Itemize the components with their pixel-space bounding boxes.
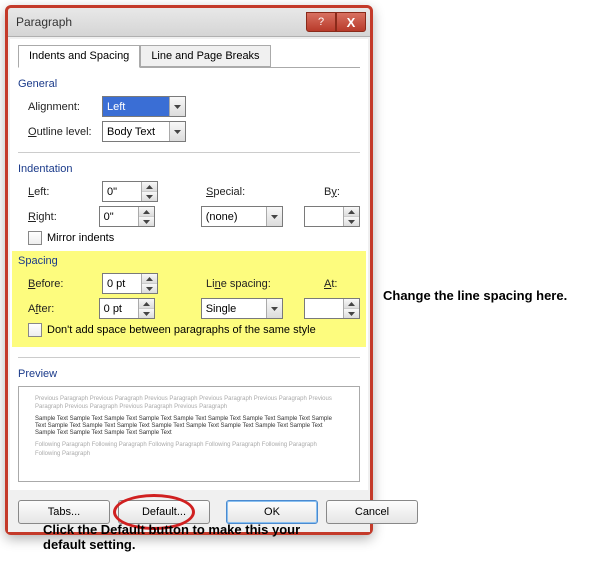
left-label: Left:: [28, 186, 98, 198]
chevron-down-icon[interactable]: [266, 207, 282, 226]
by-label: By:: [324, 186, 340, 198]
titlebar: Paragraph ? X: [8, 8, 370, 37]
dont-add-space-checkbox[interactable]: Don't add space between paragraphs of th…: [28, 323, 316, 337]
chevron-down-icon[interactable]: [169, 122, 185, 141]
section-preview: Preview: [18, 368, 360, 380]
spacing-highlight: Spacing Before: 0 pt Line spacing: At: A…: [12, 251, 366, 347]
spin-up-icon[interactable]: [139, 299, 154, 309]
left-spinner[interactable]: 0": [102, 181, 158, 202]
spin-down-icon[interactable]: [344, 309, 359, 318]
spin-up-icon[interactable]: [139, 207, 154, 217]
annotation-line-spacing: Change the line spacing here.: [383, 288, 567, 303]
spin-down-icon[interactable]: [139, 217, 154, 226]
section-indentation: Indentation: [18, 163, 360, 175]
after-label: After:: [28, 303, 95, 315]
outline-label: Outline level:: [28, 126, 98, 138]
spin-down-icon[interactable]: [142, 192, 157, 201]
tabs-button[interactable]: Tabs...: [18, 500, 110, 524]
spin-down-icon[interactable]: [139, 309, 154, 318]
alignment-label: Alignment:: [28, 101, 98, 113]
by-spinner[interactable]: [304, 206, 360, 227]
annotation-default: Click the Default button to make this yo…: [43, 522, 343, 552]
window-title: Paragraph: [16, 15, 306, 29]
help-button[interactable]: ?: [306, 12, 336, 32]
before-spinner[interactable]: 0 pt: [102, 273, 158, 294]
spin-up-icon[interactable]: [344, 299, 359, 309]
alignment-combo[interactable]: Left: [102, 96, 186, 117]
ok-button[interactable]: OK: [226, 500, 318, 524]
spin-up-icon[interactable]: [142, 274, 157, 284]
special-combo[interactable]: (none): [201, 206, 283, 227]
section-spacing: Spacing: [18, 255, 360, 267]
tab-indents-spacing[interactable]: Indents and Spacing: [18, 45, 140, 68]
outline-combo[interactable]: Body Text: [102, 121, 186, 142]
chevron-down-icon[interactable]: [169, 97, 185, 116]
chevron-down-icon[interactable]: [266, 299, 282, 318]
spin-up-icon[interactable]: [142, 182, 157, 192]
at-label: At:: [324, 278, 337, 290]
right-spinner[interactable]: 0": [99, 206, 155, 227]
tab-line-page-breaks[interactable]: Line and Page Breaks: [140, 45, 270, 67]
special-label: Special:: [206, 186, 276, 198]
default-button[interactable]: Default...: [118, 500, 210, 524]
line-spacing-label: Line spacing:: [206, 278, 276, 290]
right-label: Right:: [28, 211, 95, 223]
spin-down-icon[interactable]: [142, 284, 157, 293]
at-spinner[interactable]: [304, 298, 360, 319]
paragraph-dialog: Paragraph ? X Indents and Spacing Line a…: [5, 5, 373, 535]
cancel-button[interactable]: Cancel: [326, 500, 418, 524]
line-spacing-combo[interactable]: Single: [201, 298, 283, 319]
mirror-indents-checkbox[interactable]: Mirror indents: [28, 231, 114, 245]
after-spinner[interactable]: 0 pt: [99, 298, 155, 319]
spin-up-icon[interactable]: [344, 207, 359, 217]
preview-box: Previous Paragraph Previous Paragraph Pr…: [18, 386, 360, 482]
spin-down-icon[interactable]: [344, 217, 359, 226]
section-general: General: [18, 78, 360, 90]
close-button[interactable]: X: [336, 12, 366, 32]
before-label: Before:: [28, 278, 98, 290]
